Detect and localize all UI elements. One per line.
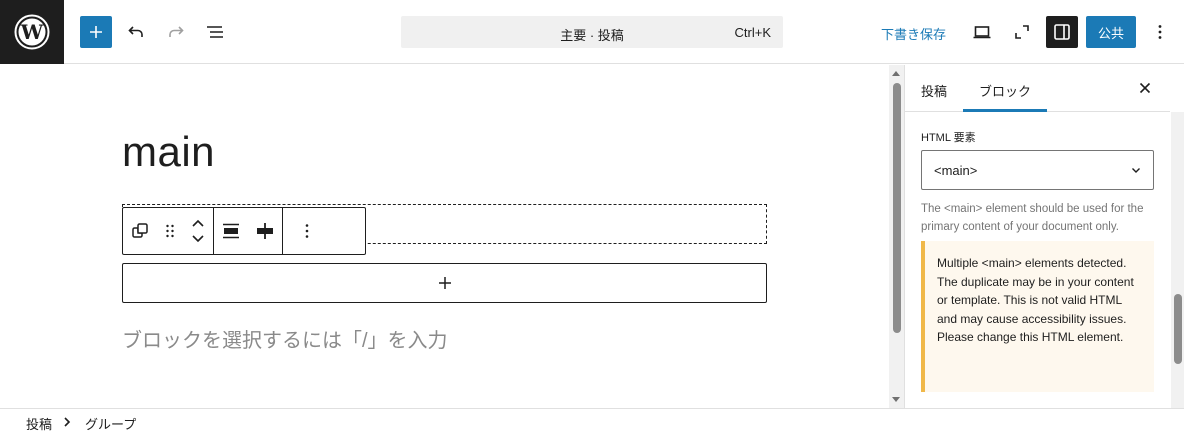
undo-icon xyxy=(128,26,143,37)
justify-button[interactable] xyxy=(248,208,282,254)
move-down-icon[interactable] xyxy=(190,234,206,244)
block-toolbar-group-2 xyxy=(214,208,283,254)
options-button[interactable] xyxy=(1144,16,1176,48)
active-tab-indicator xyxy=(963,109,1047,112)
drag-handle-icon xyxy=(166,224,174,238)
redo-button[interactable] xyxy=(160,16,192,48)
breadcrumb-item-group[interactable]: グループ xyxy=(85,414,136,433)
scroll-up-arrow-icon[interactable] xyxy=(892,71,900,76)
move-up-icon[interactable] xyxy=(190,218,206,228)
editor-header: W 主要 · 投稿 Ctrl+K 下書き保存 公共 xyxy=(0,0,1184,64)
settings-sidebar: 投稿 ブロック HTML 要素 <main> The <main> elemen… xyxy=(904,65,1184,408)
sidebar-scrollbar[interactable] xyxy=(1171,112,1184,408)
html-element-value: <main> xyxy=(934,163,978,178)
editor-root: W 主要 · 投稿 Ctrl+K 下書き保存 公共 main ブロックを選択する… xyxy=(0,0,1184,433)
chevron-right-icon xyxy=(64,417,71,427)
sidebar-tabs: 投稿 ブロック xyxy=(905,65,1170,112)
close-sidebar-button[interactable] xyxy=(1135,78,1155,98)
plus-icon xyxy=(438,277,451,289)
editor-canvas[interactable]: main ブロックを選択するには「/」を入力 xyxy=(0,65,889,408)
more-vertical-icon xyxy=(305,224,309,238)
block-toolbar xyxy=(122,207,366,255)
html-element-select[interactable]: <main> xyxy=(921,150,1154,190)
block-appender-button[interactable] xyxy=(122,263,767,303)
sidebar-scrollbar-thumb[interactable] xyxy=(1174,294,1182,364)
block-toolbar-group-3 xyxy=(283,208,331,254)
breadcrumb-item-post[interactable]: 投稿 xyxy=(26,414,52,433)
plus-icon xyxy=(90,26,102,38)
list-view-icon xyxy=(207,26,223,38)
block-placeholder[interactable]: ブロックを選択するには「/」を入力 xyxy=(122,324,448,353)
scroll-down-arrow-icon[interactable] xyxy=(892,397,900,402)
canvas-scrollbar[interactable] xyxy=(889,65,904,408)
notice-text: Multiple <main> elements detected. The d… xyxy=(937,256,1134,344)
group-block-type-button[interactable] xyxy=(123,208,157,254)
align-wide-icon xyxy=(223,223,239,239)
group-icon xyxy=(132,223,148,238)
save-draft-button[interactable]: 下書き保存 xyxy=(881,24,946,43)
more-vertical-icon xyxy=(1158,25,1162,39)
preview-button[interactable] xyxy=(966,16,998,48)
tab-post[interactable]: 投稿 xyxy=(921,81,947,100)
desktop-icon xyxy=(973,26,991,39)
warning-notice: Multiple <main> elements detected. The d… xyxy=(921,241,1154,392)
fullscreen-icon xyxy=(1015,25,1029,39)
wordpress-logo-icon[interactable]: W xyxy=(0,0,64,64)
post-title[interactable]: main xyxy=(122,128,215,176)
document-overview-button[interactable] xyxy=(199,16,231,48)
add-block-button[interactable] xyxy=(80,16,112,48)
svg-text:W: W xyxy=(20,20,44,44)
publish-button[interactable]: 公共 xyxy=(1086,16,1136,48)
chevron-down-icon xyxy=(1132,168,1140,173)
fullscreen-button[interactable] xyxy=(1006,16,1038,48)
scrollbar-thumb[interactable] xyxy=(893,83,901,333)
undo-button[interactable] xyxy=(120,16,152,48)
sidebar-icon xyxy=(1054,24,1070,40)
justify-icon xyxy=(257,223,273,239)
command-shortcut: Ctrl+K xyxy=(734,25,771,40)
settings-button[interactable] xyxy=(1046,16,1078,48)
align-button[interactable] xyxy=(214,208,248,254)
block-options-button[interactable] xyxy=(283,208,331,254)
redo-icon xyxy=(169,26,184,37)
html-element-help: The <main> element should be used for th… xyxy=(921,203,1144,233)
close-icon xyxy=(1139,82,1151,94)
breadcrumb: 投稿 グループ xyxy=(0,408,1184,433)
move-buttons xyxy=(183,208,213,254)
drag-handle-button[interactable] xyxy=(157,208,183,254)
tab-block[interactable]: ブロック xyxy=(979,81,1031,100)
html-element-label: HTML 要素 xyxy=(921,132,976,144)
command-palette-button[interactable]: 主要 · 投稿 Ctrl+K xyxy=(401,16,783,48)
document-title: 主要 · 投稿 xyxy=(560,28,624,43)
block-toolbar-group-1 xyxy=(123,208,214,254)
